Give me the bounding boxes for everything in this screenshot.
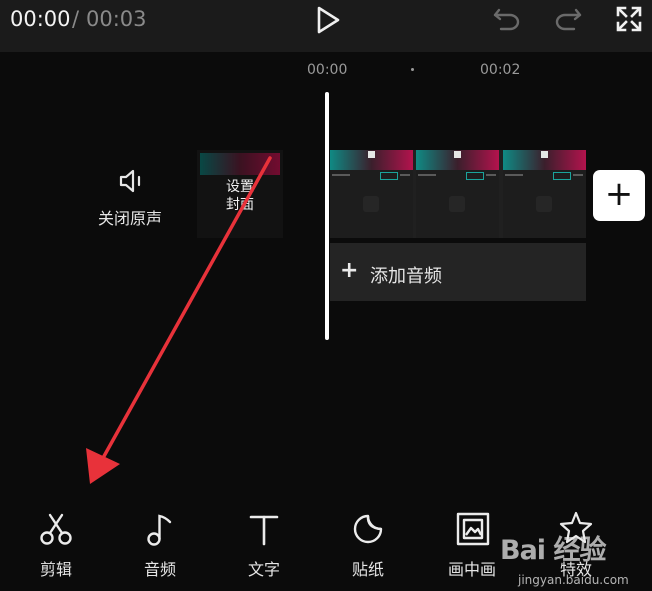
scissors-icon[interactable] <box>38 512 74 548</box>
tool-text-label[interactable]: 文字 <box>229 556 299 580</box>
text-icon[interactable] <box>246 512 282 548</box>
tool-pip-label[interactable]: 画中画 <box>437 556 507 580</box>
tool-cut-label[interactable]: 剪辑 <box>21 556 91 580</box>
music-note-icon[interactable] <box>143 512 179 548</box>
baidu-jingyan-watermark-url: jingyan.baidu.com <box>518 573 629 587</box>
picture-in-picture-icon[interactable] <box>455 511 491 547</box>
baidu-jingyan-watermark-logo: Bai 经验 <box>500 535 606 566</box>
tool-sticker-label[interactable]: 贴纸 <box>333 556 403 580</box>
tool-audio-label[interactable]: 音频 <box>125 556 195 580</box>
sticker-icon[interactable] <box>350 511 386 547</box>
